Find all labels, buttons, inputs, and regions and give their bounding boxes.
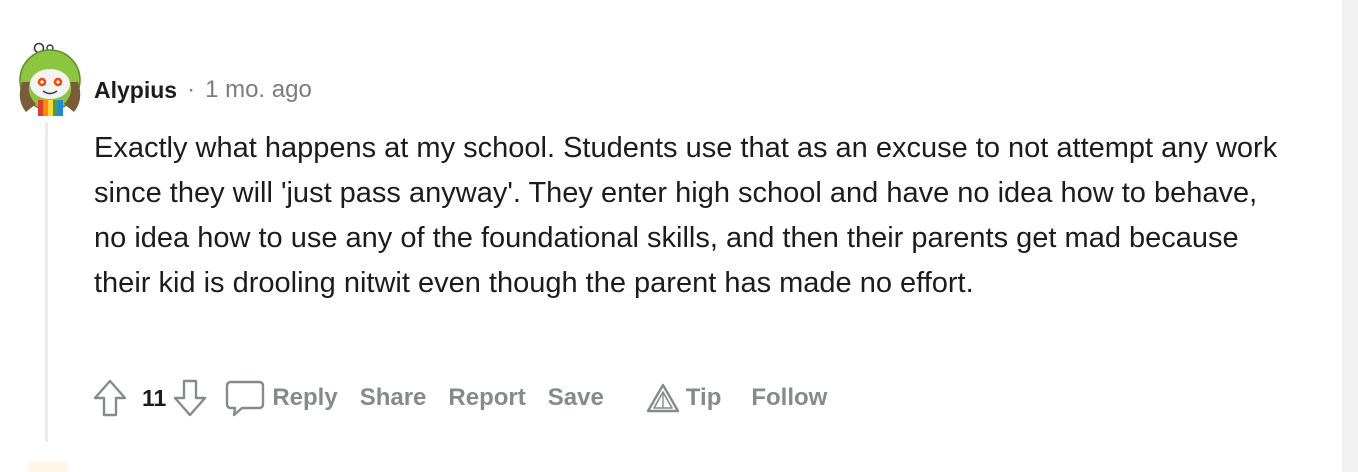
upvote-arrow-icon bbox=[93, 379, 127, 417]
triangle-tip-icon bbox=[646, 383, 679, 413]
comment-meta: Alypius · 1 mo. ago bbox=[94, 74, 312, 106]
user-avatar[interactable] bbox=[12, 42, 82, 118]
vote-score: 11 bbox=[142, 384, 167, 411]
snoo-avatar-icon bbox=[19, 42, 81, 116]
thread-line[interactable] bbox=[45, 122, 48, 442]
downvote-arrow-icon bbox=[174, 379, 207, 417]
comment-text: Exactly what happens at my school. Stude… bbox=[94, 132, 1278, 299]
comment-body: Exactly what happens at my school. Stude… bbox=[94, 126, 1294, 306]
scrollbar-track[interactable] bbox=[1342, 0, 1358, 472]
reply-label[interactable]: Reply bbox=[266, 376, 348, 420]
upvote-button[interactable] bbox=[90, 376, 130, 420]
save-button[interactable]: Save bbox=[537, 376, 615, 420]
reply-button[interactable]: Reply bbox=[224, 376, 348, 420]
share-button[interactable]: Share bbox=[349, 376, 438, 420]
tip-label: Tip bbox=[685, 384, 722, 411]
speech-bubble-icon bbox=[226, 380, 265, 417]
next-comment-avatar-stub bbox=[28, 462, 68, 472]
author-name[interactable]: Alypius bbox=[94, 77, 177, 104]
downvote-button[interactable] bbox=[170, 376, 210, 420]
report-button[interactable]: Report bbox=[437, 376, 536, 420]
comment-timestamp[interactable]: 1 mo. ago bbox=[205, 76, 312, 104]
follow-button[interactable]: Follow bbox=[740, 376, 838, 420]
comment-page: Alypius · 1 mo. ago Exactly what happens… bbox=[0, 0, 1358, 472]
tip-button[interactable]: Tip bbox=[635, 376, 733, 420]
meta-separator: · bbox=[187, 76, 196, 103]
comment-action-bar: 11 Reply Share Report Save Tip Follow bbox=[90, 374, 838, 422]
